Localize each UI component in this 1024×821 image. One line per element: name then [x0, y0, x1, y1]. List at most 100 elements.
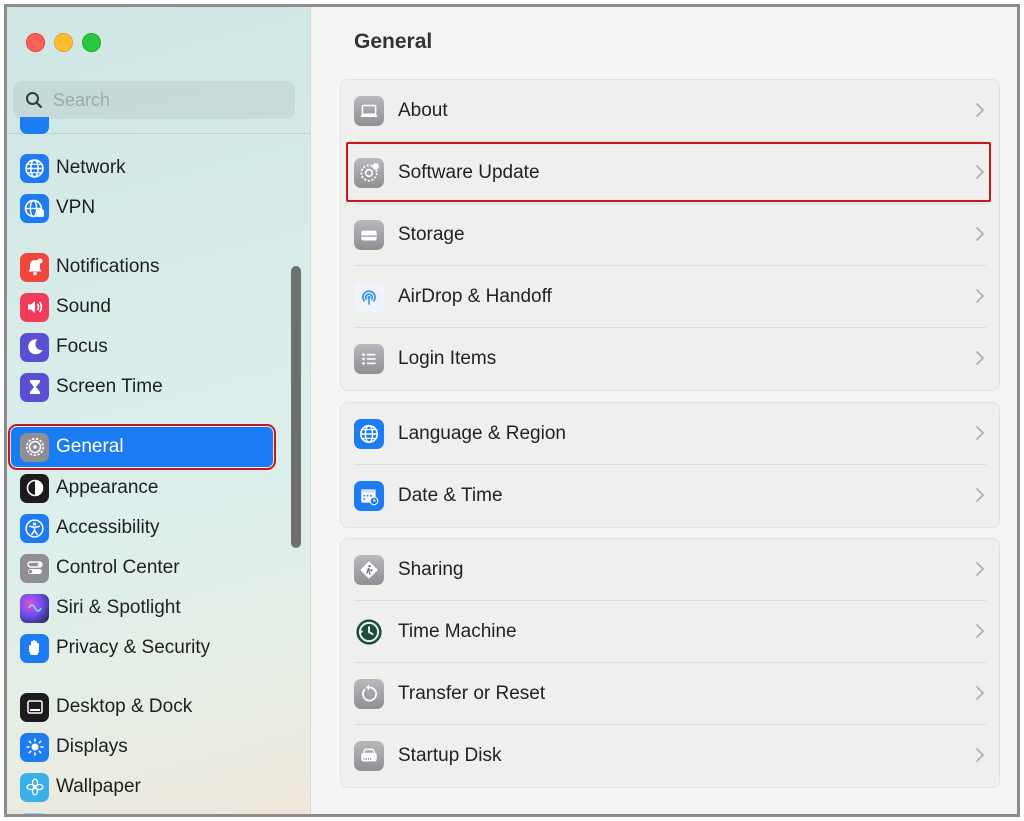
row-date-time[interactable]: Date & Time [341, 465, 999, 527]
row-label: Login Items [398, 348, 497, 369]
sidebar-item-label: Desktop & Dock [56, 696, 193, 717]
sidebar-item-displays[interactable]: Displays [11, 727, 273, 767]
sidebar-item-partial-bottom[interactable] [11, 807, 273, 814]
sidebar-item-vpn[interactable]: VPN [11, 188, 273, 228]
sidebar-item-label: Screen Time [56, 376, 163, 397]
search-field[interactable] [13, 81, 295, 119]
calendar-clock-icon [354, 481, 384, 511]
sidebar-item-general[interactable]: General [8, 424, 276, 470]
sidebar-item-partial[interactable] [11, 117, 273, 137]
row-time-machine[interactable]: Time Machine [341, 601, 999, 663]
sidebar-item-screen-time[interactable]: Screen Time [11, 367, 273, 407]
settings-window: Network VPN Notifications Sound [4, 4, 1020, 817]
chevron-right-icon [976, 289, 985, 303]
sidebar-item-desktop-dock[interactable]: Desktop & Dock [11, 687, 273, 727]
chevron-right-icon [976, 103, 985, 117]
chevron-right-icon [976, 562, 985, 576]
row-software-update[interactable]: Software Update [341, 142, 999, 204]
chevron-right-icon [976, 227, 985, 241]
row-sharing[interactable]: Sharing [341, 539, 999, 601]
sidebar-item-accessibility[interactable]: Accessibility [11, 508, 273, 548]
sharing-icon [354, 555, 384, 585]
sidebar-item-label: Network [56, 157, 126, 178]
row-storage[interactable]: Storage [341, 204, 999, 266]
gear-badge-icon [354, 158, 384, 188]
list-icon [354, 344, 384, 374]
sidebar-item-sound[interactable]: Sound [11, 287, 273, 327]
settings-group: Sharing Time Machine Transfer or Reset S… [340, 538, 1000, 788]
sun-icon [20, 732, 49, 762]
chevron-right-icon [976, 351, 985, 365]
row-label: Sharing [398, 559, 464, 580]
search-icon [26, 92, 43, 109]
sidebar-item-label: Focus [56, 336, 108, 357]
row-airdrop-handoff[interactable]: AirDrop & Handoff [341, 266, 999, 328]
sidebar-item-label: Accessibility [56, 517, 160, 538]
sidebar-item-network[interactable]: Network [11, 148, 273, 188]
row-about[interactable]: About [341, 80, 999, 142]
row-label: Time Machine [398, 621, 517, 642]
appearance-icon [20, 473, 49, 503]
toggles-icon [20, 553, 49, 583]
chevron-right-icon [976, 624, 985, 638]
row-startup-disk[interactable]: Startup Disk [341, 725, 999, 787]
search-input[interactable] [51, 88, 275, 112]
sidebar-item-label: Appearance [56, 477, 159, 498]
page-title: General [354, 30, 433, 53]
gear-icon [20, 432, 49, 462]
close-button[interactable] [26, 33, 45, 52]
hourglass-icon [20, 372, 49, 402]
reset-icon [354, 679, 384, 709]
chevron-right-icon [976, 686, 985, 700]
row-transfer-reset[interactable]: Transfer or Reset [341, 663, 999, 725]
minimize-button[interactable] [54, 33, 73, 52]
main-pane: General About Software Update Storage Ai… [311, 7, 1017, 814]
globe-lock-icon [20, 193, 49, 223]
sidebar-item-focus[interactable]: Focus [11, 327, 273, 367]
globe-icon [354, 419, 384, 449]
screensaver-icon [20, 812, 49, 814]
disk-icon [354, 741, 384, 771]
sidebar-item-control-center[interactable]: Control Center [11, 548, 273, 588]
globe-icon [20, 153, 49, 183]
sidebar-item-label: VPN [56, 197, 96, 218]
sidebar-item-label: Displays [56, 736, 128, 757]
flower-icon [20, 772, 49, 802]
time-machine-icon [354, 617, 384, 647]
drive-icon [354, 220, 384, 250]
row-label: About [398, 100, 448, 121]
sidebar-item-label: Wallpaper [56, 776, 141, 797]
row-label: Software Update [398, 162, 540, 183]
sidebar-item-label: Notifications [56, 256, 160, 277]
sidebar-item-appearance[interactable]: Appearance [11, 468, 273, 508]
row-login-items[interactable]: Login Items [341, 328, 999, 390]
sidebar-list: Network VPN Notifications Sound Focus Sc… [7, 117, 307, 814]
sidebar-item-label: Siri & Spotlight [56, 597, 181, 618]
sidebar-item-notifications[interactable]: Notifications [11, 247, 273, 287]
wifi-icon [20, 117, 49, 134]
settings-group: About Software Update Storage AirDrop & … [340, 79, 1000, 391]
row-label: Startup Disk [398, 745, 502, 766]
row-label: Storage [398, 224, 465, 245]
row-language-region[interactable]: Language & Region [341, 403, 999, 465]
window-controls [26, 33, 101, 52]
accessibility-icon [20, 513, 49, 543]
sidebar-item-privacy-security[interactable]: Privacy & Security [11, 628, 273, 668]
chevron-right-icon [976, 165, 985, 179]
zoom-button[interactable] [82, 33, 101, 52]
row-label: AirDrop & Handoff [398, 286, 552, 307]
sidebar-item-label: Control Center [56, 557, 180, 578]
chevron-right-icon [976, 488, 985, 502]
sidebar-scrollbar[interactable] [291, 266, 301, 548]
sidebar: Network VPN Notifications Sound [7, 7, 311, 814]
laptop-icon [354, 96, 384, 126]
row-label: Transfer or Reset [398, 683, 546, 704]
dock-icon [20, 692, 49, 722]
sidebar-item-wallpaper[interactable]: Wallpaper [11, 767, 273, 807]
sidebar-item-siri-spotlight[interactable]: Siri & Spotlight [11, 588, 273, 628]
moon-icon [20, 332, 49, 362]
sidebar-item-label: General [56, 436, 124, 457]
row-label: Date & Time [398, 485, 503, 506]
hand-icon [20, 633, 49, 663]
settings-group: Language & Region Date & Time [340, 402, 1000, 528]
